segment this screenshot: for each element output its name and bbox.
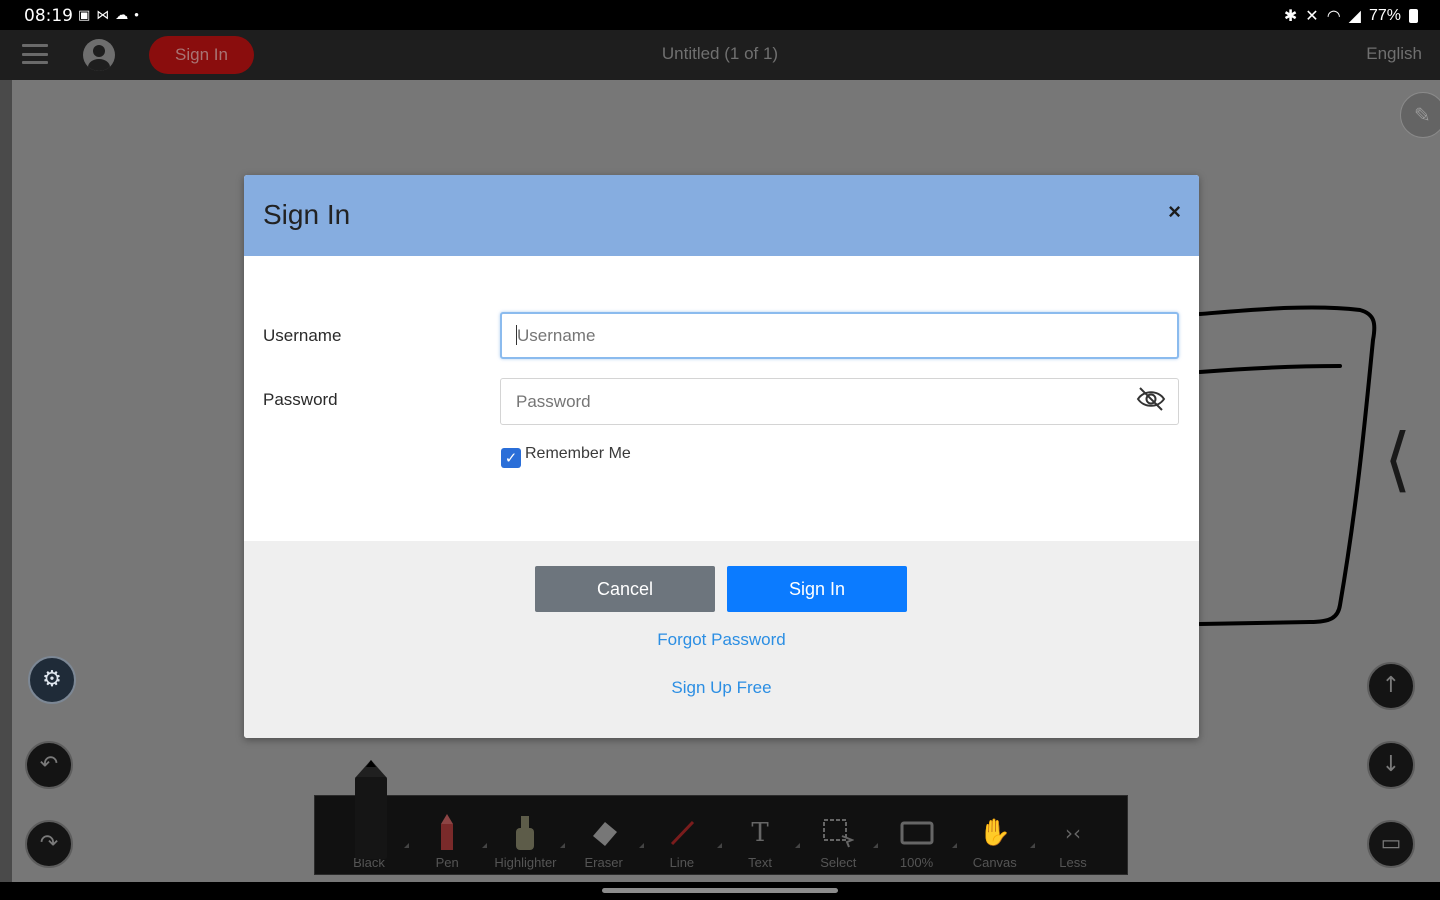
- eraser-icon: [589, 813, 619, 853]
- settings-button[interactable]: ⚙: [28, 656, 76, 704]
- pen-icon: [439, 813, 455, 853]
- tool-label: Highlighter: [494, 855, 557, 870]
- cloud-icon: ☁: [115, 7, 129, 22]
- line-icon: [668, 813, 696, 853]
- tool-less[interactable]: ›‹ Less: [1039, 796, 1107, 876]
- text-icon: T: [751, 818, 769, 848]
- active-pencil-lead: [366, 760, 376, 767]
- keyboard-icon: ▭: [1380, 831, 1402, 856]
- tool-label: 100%: [899, 855, 934, 870]
- highlighter-icon: [514, 813, 536, 853]
- forgot-password-link[interactable]: Forgot Password: [244, 630, 1199, 650]
- tool-label: Less: [1059, 855, 1087, 870]
- remember-me-checkbox[interactable]: ✓: [501, 448, 521, 468]
- chevron-left-icon[interactable]: ⟨: [1384, 418, 1411, 500]
- undo-icon: ↶: [39, 752, 59, 777]
- active-pencil-body: [355, 777, 387, 859]
- drawing-toolbar: Black Pen Highlighter Eraser Line T Text…: [314, 795, 1128, 875]
- username-input[interactable]: [500, 312, 1179, 359]
- arrow-down-icon: ↓: [1381, 752, 1401, 777]
- dialog-title: Sign In: [263, 199, 351, 230]
- pencil-edit-icon: ✎: [1414, 105, 1431, 127]
- bluetooth-icon: ✱: [1283, 8, 1298, 25]
- text-caret: [516, 325, 517, 345]
- status-left-icons: ▣ ⋈ ☁ •: [78, 7, 139, 23]
- edit-fab[interactable]: ✎: [1400, 92, 1440, 138]
- mail-icon: ⋈: [96, 7, 110, 22]
- tool-line[interactable]: Line: [648, 796, 722, 876]
- password-label: Password: [263, 390, 338, 409]
- eye-slash-icon[interactable]: [1135, 386, 1167, 412]
- status-bar: 08:19 ▣ ⋈ ☁ • ✱ ✕ ◠ ◢ 77%: [0, 0, 1440, 30]
- tool-select[interactable]: Select: [804, 796, 879, 876]
- dialog-header: Sign In ×: [244, 175, 1199, 256]
- cancel-button[interactable]: Cancel: [535, 566, 715, 612]
- language-selector[interactable]: English: [1366, 44, 1422, 64]
- tool-label: Eraser: [584, 855, 623, 870]
- tool-text[interactable]: T Text: [726, 796, 801, 876]
- select-icon: [822, 813, 855, 853]
- tool-pen[interactable]: Pen: [413, 796, 488, 876]
- app-bar: Sign In Untitled (1 of 1) English: [0, 30, 1440, 80]
- password-input[interactable]: [500, 378, 1179, 425]
- tool-highlighter[interactable]: Highlighter: [491, 796, 566, 876]
- keyboard-button[interactable]: ▭: [1367, 820, 1415, 868]
- status-time: 08:19: [24, 6, 73, 26]
- hand-icon: ✋: [978, 818, 1011, 848]
- redo-icon: ↷: [39, 831, 59, 856]
- tool-label: Canvas: [972, 855, 1017, 870]
- zoom-rect-icon: [900, 813, 934, 853]
- sign-up-free-link[interactable]: Sign Up Free: [244, 678, 1199, 698]
- tool-label: Select: [820, 855, 857, 870]
- sign-in-button[interactable]: Sign In: [727, 566, 907, 612]
- gallery-icon: ▣: [78, 7, 91, 22]
- mute-icon: ✕: [1305, 8, 1319, 25]
- redo-button[interactable]: ↷: [25, 820, 73, 868]
- dot-icon: •: [134, 7, 139, 22]
- tool-label: Pen: [435, 855, 459, 870]
- arrow-up-icon: ↑: [1381, 673, 1401, 698]
- battery-icon: [1409, 9, 1418, 23]
- tool-label: Line: [669, 855, 695, 870]
- gesture-handle[interactable]: [602, 888, 838, 893]
- page-up-button[interactable]: ↑: [1367, 662, 1415, 710]
- remember-me-label[interactable]: Remember Me: [525, 445, 631, 463]
- signal-icon: ◢: [1348, 8, 1361, 25]
- sign-in-dialog: Sign In × Username Password ✓ Remember M…: [244, 175, 1199, 738]
- dialog-footer: Cancel Sign In Forgot Password Sign Up F…: [244, 541, 1199, 738]
- close-icon[interactable]: ×: [1168, 199, 1181, 225]
- gear-icon: ⚙: [42, 667, 62, 692]
- tool-eraser[interactable]: Eraser: [570, 796, 644, 876]
- canvas-drawing: [1198, 305, 1377, 626]
- collapse-icon: ›‹: [1064, 821, 1081, 845]
- tool-canvas[interactable]: ✋ Canvas: [961, 796, 1035, 876]
- username-label: Username: [263, 326, 342, 345]
- tool-zoom[interactable]: 100%: [883, 796, 957, 876]
- status-right: ✱ ✕ ◠ ◢ 77%: [1284, 6, 1418, 26]
- undo-button[interactable]: ↶: [25, 741, 73, 789]
- document-title: Untitled (1 of 1): [661, 44, 779, 63]
- page-down-button[interactable]: ↓: [1367, 741, 1415, 789]
- tool-label: Text: [748, 855, 773, 870]
- battery-percent: 77%: [1368, 7, 1401, 24]
- wifi-icon: ◠: [1326, 8, 1341, 25]
